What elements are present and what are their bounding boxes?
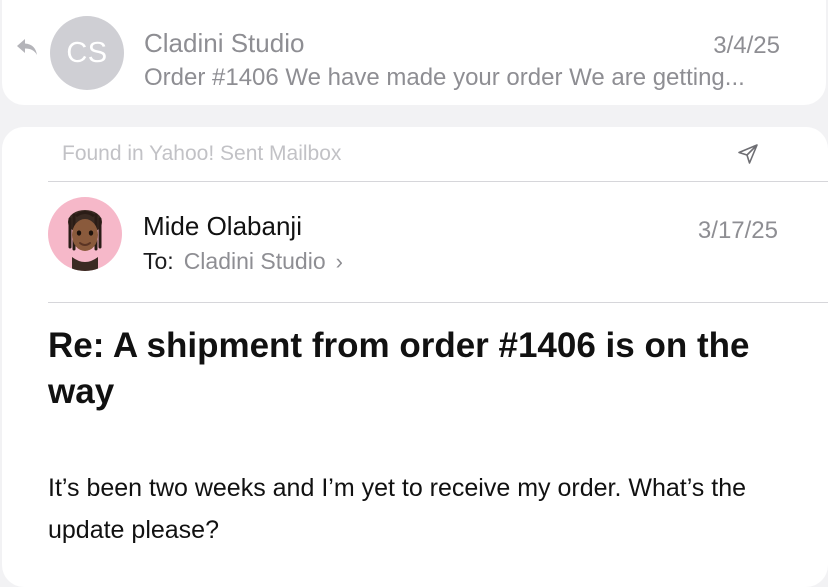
sender-avatar	[48, 197, 122, 271]
header-divider	[48, 181, 828, 182]
message-subject: Re: A shipment from order #1406 is on th…	[48, 326, 750, 411]
message-body: It’s been two weeks and I’m yet to recei…	[48, 474, 747, 544]
previous-message-card[interactable]: CS Cladini Studio 3/4/25 Order #1406 We …	[2, 0, 826, 105]
current-message-card: Found in Yahoo! Sent Mailbox Mide Olaban…	[2, 127, 828, 587]
mailbox-source-label: Found in Yahoo! Sent Mailbox	[62, 142, 342, 165]
recipient-row[interactable]: To: Cladini Studio ›	[143, 248, 343, 275]
sender-name: Mide Olabanji	[143, 211, 302, 241]
message-date: 3/17/25	[697, 217, 778, 244]
subject-divider	[48, 302, 828, 303]
previous-message-snippet: Order #1406 We have made your order We a…	[144, 64, 745, 91]
avatar-initials-text: CS	[66, 36, 108, 69]
previous-message-date: 3/4/25	[713, 32, 780, 59]
reply-arrow-icon	[17, 39, 37, 55]
memoji-avatar-icon	[68, 210, 102, 271]
sender-avatar-initials: CS	[50, 16, 124, 90]
recipient-name[interactable]: Cladini Studio	[184, 248, 326, 275]
chevron-right-icon: ›	[335, 248, 343, 274]
paper-plane-icon	[738, 144, 758, 164]
to-label: To:	[143, 248, 174, 274]
previous-sender-name: Cladini Studio	[144, 28, 305, 58]
